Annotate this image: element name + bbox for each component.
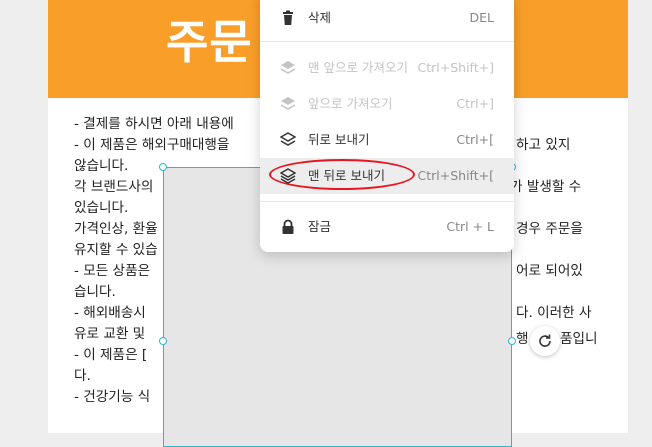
- text-fragment: 행: [516, 331, 529, 347]
- resize-handle-left[interactable]: [159, 337, 167, 345]
- menu-item-label: 앞으로 가져오기: [308, 96, 393, 111]
- layers-backward-icon: [280, 132, 296, 146]
- text-fragment: 어로 되어있: [516, 263, 583, 279]
- menu-item-label: 삭제: [308, 10, 332, 25]
- lock-icon: [282, 219, 294, 234]
- layers-forward-icon: [280, 97, 296, 110]
- menu-item-label: 맨 앞으로 가져오기: [308, 60, 408, 75]
- resize-handle-top-left[interactable]: [159, 163, 167, 171]
- layers-front-icon: [280, 61, 296, 74]
- resize-handle-right[interactable]: [508, 337, 516, 345]
- menu-item-shortcut: Ctrl + L: [446, 219, 494, 234]
- menu-item-bring-forward[interactable]: 앞으로 가져오기 Ctrl+]: [260, 86, 514, 122]
- page-title: 주문: [166, 15, 253, 69]
- context-menu: 삭제 DEL 맨 앞으로 가져오기 Ctrl+Shift+] 앞으로 가져오기 …: [260, 0, 514, 252]
- text-fragment: 경우 주문을: [516, 221, 583, 237]
- menu-item-label: 잠금: [308, 219, 332, 234]
- menu-divider: [260, 41, 514, 42]
- menu-item-lock[interactable]: 잠금 Ctrl + L: [260, 209, 514, 245]
- rotate-icon: [539, 334, 551, 347]
- text-fragment: 다. 이러한 사: [516, 305, 592, 321]
- menu-item-shortcut: Ctrl+]: [456, 96, 494, 111]
- menu-item-label: 뒤로 보내기: [308, 132, 370, 147]
- menu-item-send-backward[interactable]: 뒤로 보내기 Ctrl+[: [260, 122, 514, 158]
- menu-item-shortcut: Ctrl+Shift+[: [417, 168, 494, 183]
- highlight-annotation-ellipse: [269, 159, 415, 190]
- text-fragment: 가 발생할 수: [510, 179, 582, 195]
- rotate-handle[interactable]: [530, 326, 560, 356]
- text-fragment: 품입니: [560, 331, 598, 347]
- menu-item-delete[interactable]: 삭제 DEL: [260, 0, 514, 36]
- trash-icon: [283, 10, 293, 25]
- menu-divider: [260, 201, 514, 202]
- menu-item-bring-to-front[interactable]: 맨 앞으로 가져오기 Ctrl+Shift+]: [260, 50, 514, 86]
- menu-item-shortcut: Ctrl+Shift+]: [417, 60, 494, 75]
- menu-item-shortcut: DEL: [469, 10, 495, 25]
- text-fragment: 하고 있지: [516, 137, 571, 153]
- menu-item-shortcut: Ctrl+[: [456, 132, 494, 147]
